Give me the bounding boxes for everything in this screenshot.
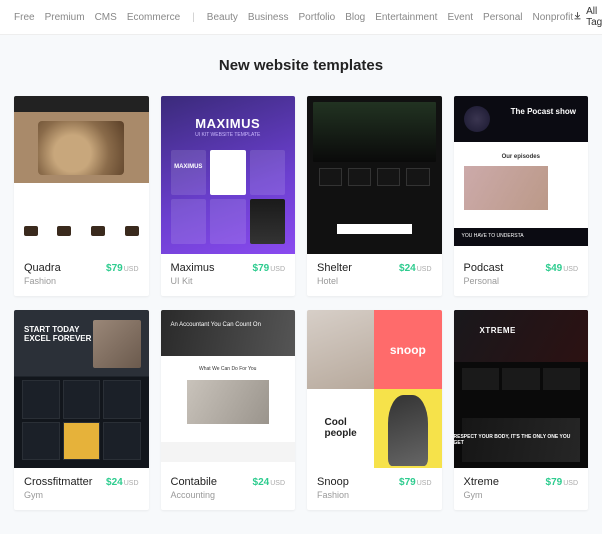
template-price: $79USD xyxy=(399,477,431,488)
cat-nonprofit[interactable]: Nonprofit xyxy=(533,12,574,23)
template-name: Quadra xyxy=(24,262,61,274)
filter-premium[interactable]: Premium xyxy=(45,12,85,23)
filter-ecommerce[interactable]: Ecommerce xyxy=(127,12,180,23)
template-card-xtreme[interactable]: XTREME RESPECT YOUR BODY, IT'S THE ONLY … xyxy=(454,310,589,510)
template-thumbnail: snoop Cool people xyxy=(307,310,442,468)
template-category: Accounting xyxy=(171,490,286,500)
download-icon xyxy=(573,11,582,23)
category-filters: Beauty Business Portfolio Blog Entertain… xyxy=(207,12,573,23)
thumb-tagline: RESPECT YOUR BODY, IT'S THE ONLY ONE YOU… xyxy=(454,434,575,446)
template-category: Hotel xyxy=(317,276,432,286)
cat-event[interactable]: Event xyxy=(447,12,473,23)
template-thumbnail: An Accountant You Can Count On What We C… xyxy=(161,310,296,468)
template-name: Maximus xyxy=(171,262,215,274)
template-price: $79USD xyxy=(253,263,285,274)
template-name: Snoop xyxy=(317,476,349,488)
template-price: $79USD xyxy=(546,477,578,488)
thumb-logo: snoop xyxy=(374,310,441,389)
price-filters: Free Premium CMS Ecommerce xyxy=(14,12,180,23)
template-meta: Quadra $79USD Fashion xyxy=(14,254,149,296)
template-card-quadra[interactable]: Quadra $79USD Fashion xyxy=(14,96,149,296)
template-category: Gym xyxy=(24,490,139,500)
template-name: Shelter xyxy=(317,262,352,274)
template-category: Gym xyxy=(464,490,579,500)
template-category: Fashion xyxy=(317,490,432,500)
template-category: Personal xyxy=(464,276,579,286)
template-name: Contabile xyxy=(171,476,217,488)
cat-entertainment[interactable]: Entertainment xyxy=(375,12,437,23)
thumb-bar: YOU HAVE TO UNDERSTA xyxy=(454,228,589,246)
template-name: Crossfitmatter xyxy=(24,476,92,488)
template-meta: Snoop $79USD Fashion xyxy=(307,468,442,510)
template-card-podcast[interactable]: The Pocast show Our episodes YOU HAVE TO… xyxy=(454,96,589,296)
template-category: UI Kit xyxy=(171,276,286,286)
template-meta: Xtreme $79USD Gym xyxy=(454,468,589,510)
cat-blog[interactable]: Blog xyxy=(345,12,365,23)
filter-bar: Free Premium CMS Ecommerce | Beauty Busi… xyxy=(0,0,602,35)
thumb-headline: START TODAYEXCEL FOREVER xyxy=(24,326,91,344)
template-category: Fashion xyxy=(24,276,139,286)
thumb-headline: An Accountant You Can Count On xyxy=(171,322,261,328)
template-thumbnail xyxy=(307,96,442,254)
template-price: $24USD xyxy=(399,263,431,274)
template-thumbnail: START TODAYEXCEL FOREVER xyxy=(14,310,149,468)
template-name: Podcast xyxy=(464,262,504,274)
filter-free[interactable]: Free xyxy=(14,12,35,23)
template-meta: Podcast $49USD Personal xyxy=(454,254,589,296)
template-thumbnail: The Pocast show Our episodes YOU HAVE TO… xyxy=(454,96,589,254)
template-card-contabile[interactable]: An Accountant You Can Count On What We C… xyxy=(161,310,296,510)
template-thumbnail xyxy=(14,96,149,254)
thumb-tagline: Cool people xyxy=(307,389,374,468)
templates-section: New website templates Quadra $79USD Fash… xyxy=(0,35,602,534)
thumb-title: The Pocast show xyxy=(511,108,576,117)
section-title: New website templates xyxy=(14,57,588,74)
cat-portfolio[interactable]: Portfolio xyxy=(299,12,336,23)
template-price: $24USD xyxy=(253,477,285,488)
cat-business[interactable]: Business xyxy=(248,12,289,23)
templates-grid: Quadra $79USD Fashion MAXIMUS UI KIT WEB… xyxy=(14,96,588,510)
template-card-crossfitmatter[interactable]: START TODAYEXCEL FOREVER Crossfitmatter … xyxy=(14,310,149,510)
template-meta: Maximus $79USD UI Kit xyxy=(161,254,296,296)
template-price: $49USD xyxy=(546,263,578,274)
filter-cms[interactable]: CMS xyxy=(95,12,117,23)
template-card-maximus[interactable]: MAXIMUS UI KIT WEBSITE TEMPLATE Maximus … xyxy=(161,96,296,296)
template-meta: Shelter $24USD Hotel xyxy=(307,254,442,296)
thumb-logo: XTREME xyxy=(480,326,516,335)
template-meta: Crossfitmatter $24USD Gym xyxy=(14,468,149,510)
all-tags-button[interactable]: All Tags xyxy=(573,6,602,28)
thumb-subtitle: Our episodes xyxy=(454,154,589,160)
thumb-subtitle: What We Can Do For You xyxy=(161,366,296,372)
template-card-shelter[interactable]: Shelter $24USD Hotel xyxy=(307,96,442,296)
template-card-snoop[interactable]: snoop Cool people Snoop $79USD Fashion xyxy=(307,310,442,510)
filter-divider: | xyxy=(192,12,195,23)
template-thumbnail: MAXIMUS UI KIT WEBSITE TEMPLATE xyxy=(161,96,296,254)
thumb-logo: MAXIMUS xyxy=(161,116,296,131)
thumb-subtitle: UI KIT WEBSITE TEMPLATE xyxy=(161,132,296,138)
cat-personal[interactable]: Personal xyxy=(483,12,522,23)
template-price: $79USD xyxy=(106,263,138,274)
template-price: $24USD xyxy=(106,477,138,488)
template-thumbnail: XTREME RESPECT YOUR BODY, IT'S THE ONLY … xyxy=(454,310,589,468)
cat-beauty[interactable]: Beauty xyxy=(207,12,238,23)
template-name: Xtreme xyxy=(464,476,499,488)
all-tags-label: All Tags xyxy=(586,6,602,28)
template-meta: Contabile $24USD Accounting xyxy=(161,468,296,510)
